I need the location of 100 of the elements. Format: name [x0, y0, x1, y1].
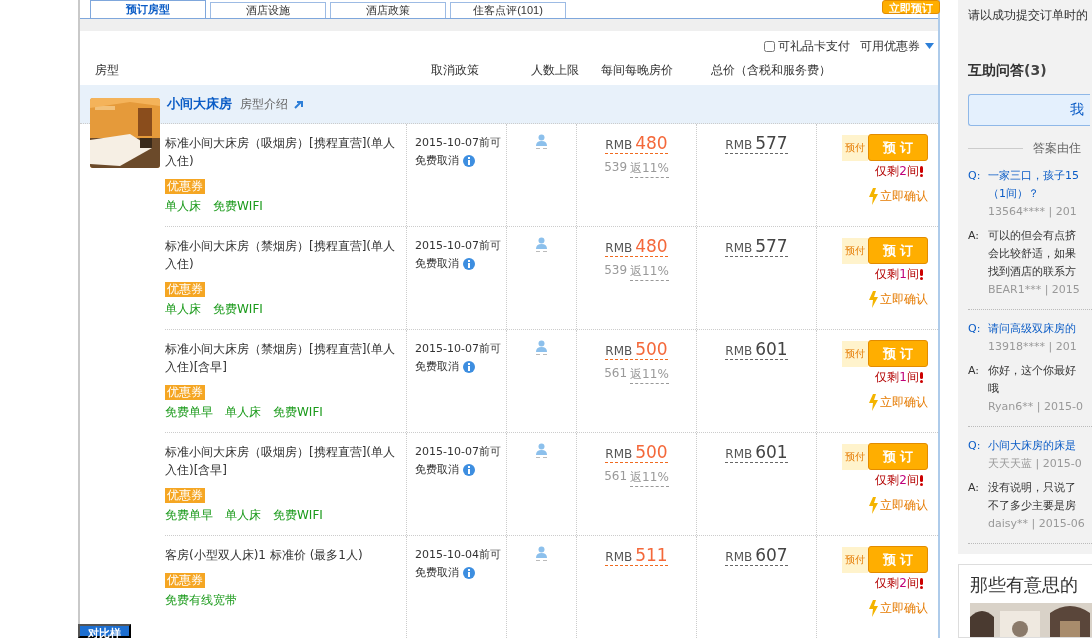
instant-confirm-label: 立即确认 — [880, 188, 928, 205]
exclamation-icon — [919, 269, 924, 280]
lightning-icon — [868, 188, 878, 205]
exclamation-icon — [919, 475, 924, 486]
original-price: 561 — [604, 366, 628, 382]
room-price: 480 — [635, 237, 668, 255]
room-intro-link[interactable]: 房型介绍 — [240, 95, 303, 113]
column-header: 房型 — [95, 61, 120, 79]
original-price: 561 — [604, 469, 628, 485]
coupon-tag: 优惠券 — [165, 385, 205, 400]
prepay-label: 预付 — [842, 443, 868, 470]
question-label: Q: — [968, 321, 982, 337]
tab[interactable]: 预订房型 — [90, 0, 206, 18]
currency-label: RMB — [725, 550, 753, 564]
answer-source-note: 答案由住 — [1033, 140, 1081, 157]
rooms-left-label: 仅剩2间 — [875, 163, 919, 180]
rebate-label: 返11% — [630, 366, 669, 384]
answer-text: 可以的但会有点挤 — [988, 228, 1077, 244]
ask-question-button[interactable]: 我 — [968, 94, 1090, 126]
answer-text: 哦 — [988, 381, 1000, 397]
person-icon — [536, 134, 547, 149]
coupon-tag: 优惠券 — [165, 488, 205, 503]
currency-label: RMB — [725, 344, 753, 358]
prepay-label: 预付 — [842, 237, 868, 264]
coupon-tag: 优惠券 — [165, 179, 205, 194]
gift-card-checkbox[interactable] — [764, 40, 775, 52]
cancel-deadline: 2015-10-07前可 — [415, 238, 502, 254]
question-link[interactable]: 小间大床房的床是 — [988, 437, 1082, 455]
answer-meta: Ryan6** | 2015-0 — [988, 399, 1083, 415]
info-icon — [463, 464, 475, 476]
rooms-left-label: 仅剩1间 — [875, 369, 919, 386]
column-header: 人数上限 — [531, 61, 580, 79]
rebate-label: 返11% — [630, 469, 669, 487]
currency-label: RMB — [725, 447, 753, 461]
currency-label: RMB — [605, 138, 633, 152]
room-type-title: 小间大床房 — [167, 95, 232, 113]
answer-label: A: — [968, 480, 981, 496]
tab[interactable]: 酒店设施 — [210, 2, 326, 18]
room-feature: 单人床 — [165, 301, 201, 318]
room-feature: 单人床 — [165, 198, 201, 215]
lightning-icon — [868, 291, 878, 308]
person-icon — [536, 237, 547, 252]
compare-button[interactable]: 对比样 — [78, 624, 131, 638]
rooms-left-label: 仅剩2间 — [875, 575, 919, 592]
person-icon — [536, 340, 547, 355]
cancel-deadline: 2015-10-07前可 — [415, 444, 502, 460]
info-icon — [463, 567, 475, 579]
total-price: 607 — [755, 546, 788, 564]
question-meta: 13918**** | 201 — [988, 339, 1077, 355]
room-name: 标准小间大床房（吸烟房）[携程直营](单人入住) — [165, 135, 397, 170]
arrow-icon — [294, 99, 303, 109]
caret-icon — [925, 43, 934, 49]
total-price: 601 — [755, 340, 788, 358]
info-icon — [463, 258, 475, 270]
lightning-icon — [868, 600, 878, 617]
exclamation-icon — [919, 166, 924, 177]
tab[interactable]: 酒店政策 — [330, 2, 446, 18]
cancel-note: 免费取消 — [415, 256, 459, 272]
column-header: 总价（含税和服务费） — [711, 61, 832, 79]
cancel-deadline: 2015-10-07前可 — [415, 135, 502, 151]
room-feature: 免费有线宽带 — [165, 592, 237, 609]
column-header: 取消政策 — [431, 61, 480, 79]
room-price: 500 — [635, 340, 668, 358]
question-label: Q: — [968, 168, 982, 184]
question-label: Q: — [968, 438, 982, 454]
question-link[interactable]: （1间）？ — [988, 185, 1079, 203]
room-feature: 免费WIFI — [273, 404, 323, 421]
coupon-tag: 优惠券 — [165, 573, 205, 588]
tab[interactable]: 住客点评(101) — [450, 2, 566, 18]
column-header: 每间每晚房价 — [601, 61, 674, 79]
exclamation-icon — [919, 372, 924, 383]
cancel-note: 免费取消 — [415, 462, 459, 478]
cancel-note: 免费取消 — [415, 565, 459, 581]
card-title: 那些有意思的 — [970, 573, 1079, 597]
instant-confirm-label: 立即确认 — [880, 291, 928, 308]
section-title: 互助问答 — [968, 62, 1024, 80]
currency-label: RMB — [605, 241, 633, 255]
currency-label: RMB — [725, 138, 753, 152]
answer-text: 找到酒店的联系方 — [988, 264, 1077, 280]
rooms-left-label: 仅剩2间 — [875, 472, 919, 489]
total-price: 577 — [755, 134, 788, 152]
original-price: 539 — [604, 263, 628, 279]
room-feature: 免费WIFI — [273, 507, 323, 524]
room-feature: 免费WIFI — [213, 301, 263, 318]
currency-label: RMB — [605, 550, 633, 564]
room-feature: 免费WIFI — [213, 198, 263, 215]
answer-text: 没有说明，只说了 — [988, 480, 1077, 496]
rebate-label: 返11% — [630, 160, 669, 178]
question-link[interactable]: 请问高级双床房的 — [988, 320, 1077, 338]
answer-label: A: — [968, 363, 981, 379]
prepay-label: 预付 — [842, 340, 868, 367]
lightning-icon — [868, 394, 878, 411]
answer-text: 你好，这个你最好 — [988, 363, 1077, 379]
room-price: 480 — [635, 134, 668, 152]
lightning-icon — [868, 497, 878, 514]
question-link[interactable]: 一家三口，孩子15 — [988, 167, 1079, 185]
coupon-dropdown[interactable]: 可用优惠券 — [860, 37, 920, 55]
notice-text: 请以成功提交订单时的 — [968, 7, 1089, 24]
total-price: 577 — [755, 237, 788, 255]
room-feature: 免费单早 — [165, 507, 213, 524]
